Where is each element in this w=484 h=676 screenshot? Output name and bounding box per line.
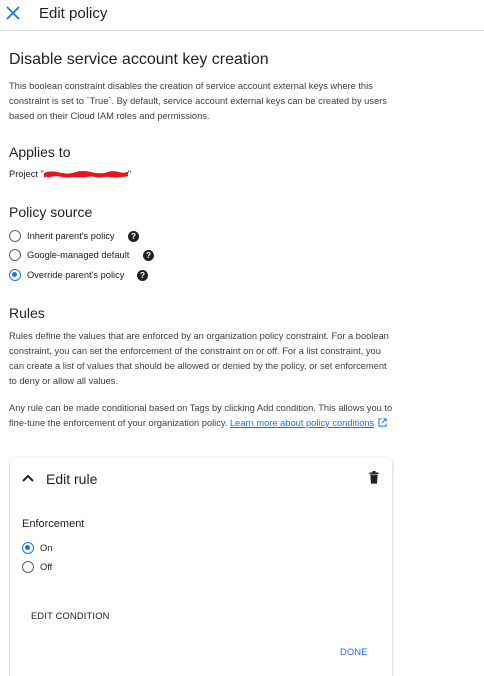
policy-source-heading: Policy source <box>9 204 93 220</box>
override-parent-label: Override parent's policy <box>27 270 125 280</box>
delete-icon[interactable] <box>369 471 379 484</box>
enforcement-off-radio[interactable] <box>22 561 34 573</box>
project-line: Project " " <box>9 169 131 180</box>
close-icon[interactable] <box>4 4 22 22</box>
policy-title: Disable service account key creation <box>9 51 269 68</box>
chevron-up-icon[interactable] <box>21 472 35 484</box>
inherit-parent-radio[interactable] <box>9 230 21 242</box>
top-bar: Edit policy <box>0 0 484 31</box>
done-button[interactable]: DONE <box>340 647 368 657</box>
rules-description: Rules define the values that are enforce… <box>9 331 389 386</box>
edit-condition-button[interactable]: EDIT CONDITION <box>31 611 110 621</box>
help-icon[interactable]: ? <box>137 270 148 281</box>
rules-conditional-text: Any rule can be made conditional based o… <box>9 401 394 431</box>
page-title: Edit policy <box>39 5 108 22</box>
enforcement-on-radio[interactable] <box>22 542 34 554</box>
enforcement-off-label: Off <box>40 562 53 572</box>
help-icon[interactable]: ? <box>143 250 154 261</box>
enforcement-heading: Enforcement <box>22 518 85 530</box>
help-icon[interactable]: ? <box>128 231 139 242</box>
redacted-project-name <box>43 170 128 180</box>
learn-more-link[interactable]: Learn more about policy conditions <box>230 418 374 428</box>
project-label: Project " <box>9 169 44 179</box>
project-suffix: " <box>127 169 132 179</box>
edit-rule-card: Edit rule Enforcement On Off EDIT CONDIT… <box>10 458 392 676</box>
google-managed-radio[interactable] <box>9 249 21 261</box>
enforcement-on-label: On <box>40 543 53 553</box>
applies-to-heading: Applies to <box>9 144 71 160</box>
edit-rule-title: Edit rule <box>46 471 98 487</box>
override-parent-radio[interactable] <box>9 269 21 281</box>
google-managed-label: Google-managed default <box>27 250 130 260</box>
policy-description: This boolean constraint disables the cre… <box>9 81 387 121</box>
inherit-parent-label: Inherit parent's policy <box>27 231 115 241</box>
external-link-icon <box>378 418 387 427</box>
rules-heading: Rules <box>9 305 45 321</box>
